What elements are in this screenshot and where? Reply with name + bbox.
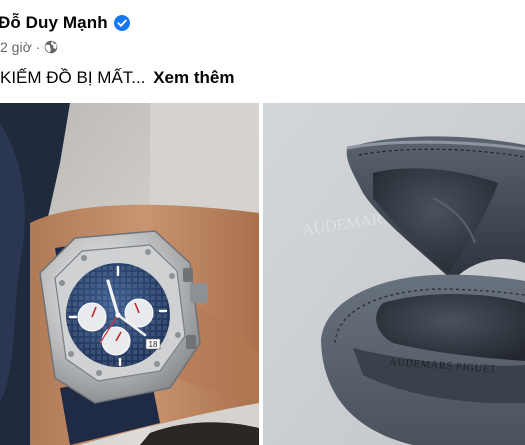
verified-badge-icon (113, 15, 130, 31)
wristwatch-photo[interactable]: 18 (0, 103, 259, 445)
author-name[interactable]: Đỗ Duy Mạnh (0, 13, 108, 33)
photo-grid: 18 AUDEMARS AUDEMARS PIGUET (0, 103, 525, 445)
globe-icon[interactable] (44, 40, 58, 54)
post-caption: KIẾM ĐỒ BỊ MẤT... Xem thêm (0, 68, 234, 88)
facebook-post: Đỗ Duy Mạnh 2 giờ · KIẾM ĐỒ BỊ MẤT... Xe… (0, 0, 525, 445)
date-window-text: 18 (149, 340, 158, 349)
post-header: Đỗ Duy Mạnh (0, 12, 130, 34)
meta-separator: · (35, 39, 41, 55)
watch-case-photo[interactable]: AUDEMARS AUDEMARS PIGUET (263, 103, 525, 445)
see-more-link[interactable]: Xem thêm (153, 68, 234, 87)
post-timestamp[interactable]: 2 giờ (0, 39, 32, 55)
caption-text: KIẾM ĐỒ BỊ MẤT... (0, 68, 146, 87)
post-meta: 2 giờ · (0, 38, 58, 56)
